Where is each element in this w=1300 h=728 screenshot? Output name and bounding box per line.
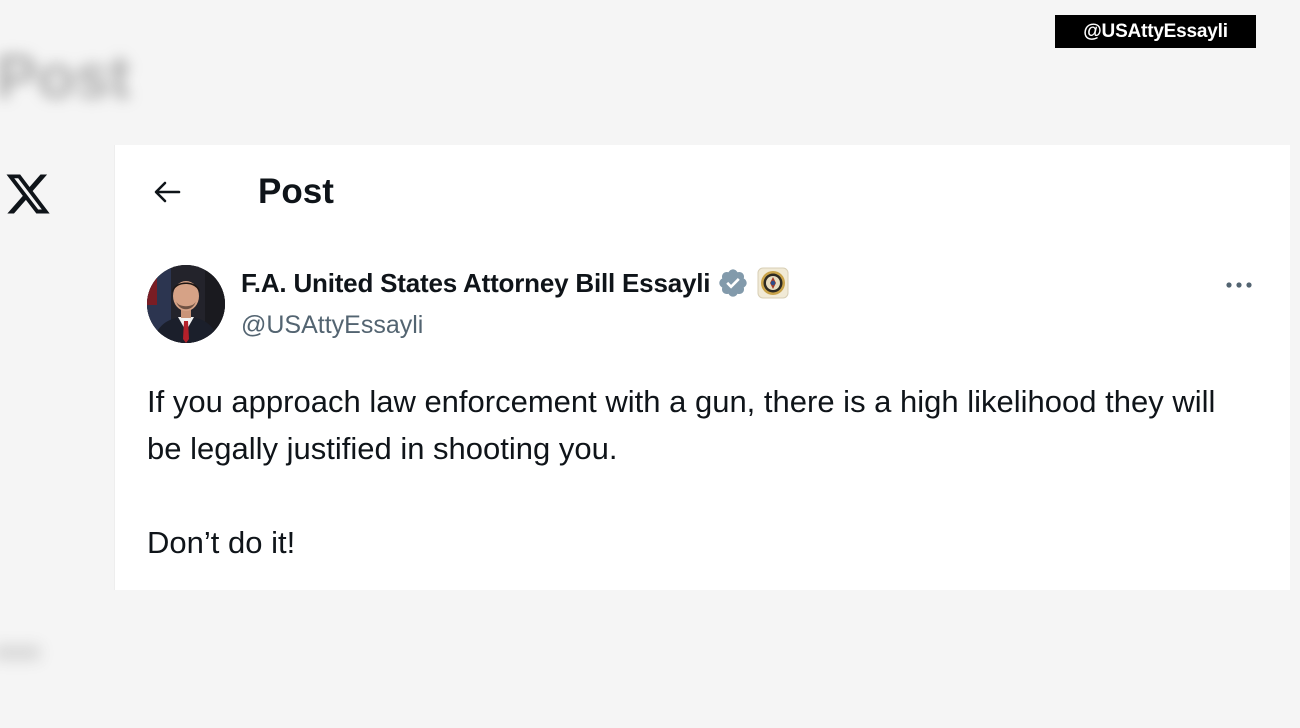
avatar[interactable]: [147, 265, 225, 343]
blurred-background-text: •••: [0, 628, 41, 677]
x-logo-icon: [6, 174, 50, 214]
video-frame: Post ••• @USAttyEssayli Post: [0, 0, 1300, 728]
author-row: F.A. United States Attorney Bill Essayli: [241, 267, 789, 299]
doj-seal-icon: [757, 267, 789, 299]
more-options-icon[interactable]: [1221, 271, 1257, 299]
author-handle[interactable]: @USAttyEssayli: [241, 311, 423, 340]
source-watermark: @USAttyEssayli: [1055, 15, 1256, 48]
blurred-background-title: Post: [0, 43, 131, 112]
post-text-paragraph-2: Don’t do it!: [147, 525, 296, 560]
author-name[interactable]: F.A. United States Attorney Bill Essayli: [241, 268, 710, 299]
back-arrow-icon[interactable]: [151, 178, 183, 206]
verified-badge-icon[interactable]: [717, 267, 749, 299]
post-card: Post F.A. United States Attorney Bill Es…: [114, 145, 1290, 590]
post-text-paragraph-1: If you approach law enforcement with a g…: [147, 384, 1216, 466]
post-text: If you approach law enforcement with a g…: [147, 378, 1247, 566]
page-title: Post: [258, 172, 334, 211]
